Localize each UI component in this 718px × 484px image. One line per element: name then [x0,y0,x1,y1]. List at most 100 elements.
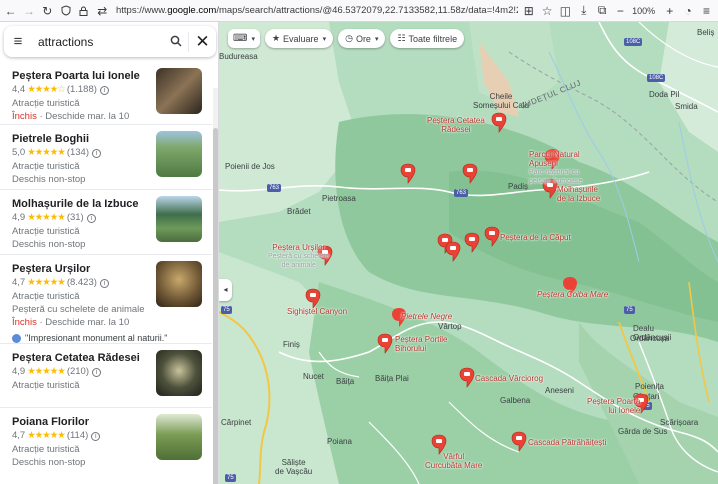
star-icon[interactable]: ☆ [539,3,554,19]
poi-label[interactable]: Peștera Urșilor Peșteră cu schelete de a… [268,243,329,270]
poi-label[interactable]: Cascada Vârciorog [475,374,543,383]
forward-icon[interactable]: → [21,3,36,19]
chevron-down-icon: ▾ [322,35,327,43]
address-bar[interactable]: https://www.google.com/maps/search/attra… [116,5,518,16]
map-label: Doda Pil [649,90,680,99]
browser-toolbar: ← → ↻ ⇄ https://www.google.com/maps/sear… [0,0,718,22]
results-panel: ≡ attractions ✕ Peștera Poarta lui Ionel… [0,22,219,484]
permissions-icon[interactable]: ⇄ [95,3,110,19]
poi-label[interactable]: Peștera Poarta lui Ionele [587,397,640,415]
map-label: Scărișoara [660,418,699,427]
map-label: Padiș [508,182,529,191]
map-label: Beliș [697,28,715,37]
result-thumbnail[interactable] [156,196,202,242]
collapse-panel-button[interactable]: ◂ [219,279,232,301]
poi-label[interactable]: Pietrele Negre [401,312,452,321]
result-card[interactable]: Poiana Florilor 4,7 ★★★★★ (114) i Atracție … [0,408,212,474]
back-icon[interactable]: ← [3,3,18,19]
chevron-down-icon: ▾ [251,35,255,43]
map-label: Vârtop [438,322,462,331]
map-label: Pietroasa [322,194,356,203]
info-icon[interactable]: i [86,213,96,223]
result-thumbnail[interactable] [156,68,202,114]
result-card[interactable]: Peștera Poarta lui Ionele 4,4 ★★★★☆ (1.188… [0,62,212,125]
lock-icon[interactable] [76,3,91,19]
map-label: Băița [336,377,355,386]
account-icon[interactable]: ◔ [680,3,695,19]
shield-icon[interactable] [58,3,73,19]
info-icon[interactable]: i [92,367,101,377]
poi-label[interactable]: Parcul Natural Apuseni Parc național cu … [529,150,582,186]
map-label: Smida [675,102,698,111]
clock-icon: ◷ [345,33,353,43]
menu-icon[interactable]: ≡ [699,3,714,19]
info-icon[interactable]: i [91,431,101,441]
poi-label[interactable]: Vârful Curcubăta Mare [425,452,482,470]
result-thumbnail[interactable] [156,350,202,396]
avatar [12,333,21,343]
poi-label[interactable]: Cascada Pătrăhăițești [528,438,606,447]
road-badge: 763 [454,189,469,197]
search-icon[interactable] [164,34,188,50]
info-icon[interactable]: i [92,148,101,158]
zoom-level[interactable]: 100% [632,6,655,16]
poi-label[interactable]: Peștera Cetatea Rădesei [427,116,485,134]
result-thumbnail[interactable] [156,261,202,307]
rating-filter[interactable]: ★ Evaluare ▾ [264,29,334,48]
info-icon[interactable]: i [99,278,109,288]
all-filters-button[interactable]: ☷ Toate filtrele [390,29,465,48]
map-label: Poienița [635,382,664,391]
layers-button[interactable]: ⌨ ▾ [228,29,260,48]
chevron-down-icon: ▾ [374,35,379,43]
close-icon[interactable]: ✕ [188,31,216,52]
map-filter-bar: ⌨ ▾ ★ Evaluare ▾ ◷ Ore ▾ ☷ Toate filtrel… [228,29,465,48]
hours-filter[interactable]: ◷ Ore ▾ [338,29,386,48]
extensions-icon[interactable]: ⧉ [594,3,609,19]
poi-label[interactable]: Sighiștel Canyon [287,307,347,316]
poi-label[interactable]: Molhașurile de la Izbuce [557,185,600,203]
search-input[interactable]: attractions [38,35,164,49]
result-thumbnail[interactable] [156,414,202,460]
map-canvas[interactable]: 763 763 108C 108C 75 75 75 75 Budureasa … [219,22,718,484]
map-label: Săliște de Vașcău [275,458,313,476]
results-list: Peștera Poarta lui Ionele 4,4 ★★★★☆ (1.188… [0,62,212,474]
star-icon: ★ [271,33,281,43]
zoom-in-icon[interactable]: + [662,3,677,19]
map-label: Nucet [303,372,324,381]
poi-label[interactable]: Peștera Coiba Mare [537,290,608,299]
results-scrollbar[interactable] [213,88,218,484]
map-label: Poienii de Jos [225,162,275,171]
map-label: Finiș [283,340,300,349]
map-label: Gârda de Sus [618,427,668,436]
result-review: "Impresionant monument al naturii." [12,333,202,343]
road-badge: 75 [225,474,236,482]
map-label: Budureasa [219,52,258,61]
map-label: Poiana [327,437,352,446]
result-hours: Închis · Deschide mar. la 10 [12,317,130,328]
poi-label[interactable]: Peștera Portile Bihorului [395,335,447,353]
sliders-icon: ☷ [397,33,406,43]
info-icon[interactable]: i [99,85,109,95]
road-badge: 108C [624,38,643,46]
result-card[interactable]: Peștera Cetatea Rădesei 4,9 ★★★★★ (210) i A… [0,344,212,408]
road-badge: 763 [267,184,282,192]
hamburger-menu-icon[interactable]: ≡ [4,33,32,50]
road-badge: 75 [624,306,635,314]
result-card[interactable]: Pietrele Boghii 5,0 ★★★★★ (134) i Atracție … [0,125,212,190]
reload-icon[interactable]: ↻ [40,3,55,19]
result-thumbnail[interactable] [156,131,202,177]
download-icon[interactable]: ⤓ [576,3,591,19]
search-box: ≡ attractions ✕ [4,26,216,57]
map-label: Cărpinet [221,418,252,427]
map-label: Băița Plai [375,374,409,383]
poi-label[interactable]: Peștera de la Căput [500,233,571,242]
result-card[interactable]: Molhașurile de la Izbuce 4,9 ★★★★★ (31) i A… [0,190,212,255]
map-label: Galbena [500,396,531,405]
translate-icon[interactable]: ⊞ [521,3,536,19]
road-badge: 75 [641,402,652,410]
pocket-icon[interactable]: ◫ [558,3,573,19]
zoom-out-icon[interactable]: − [613,3,628,19]
scrollbar-thumb[interactable] [213,128,218,484]
result-card[interactable]: Peștera Urșilor 4,7 ★★★★★ (8.423) i Atracți… [0,255,212,344]
road-badge: 108C [647,74,666,82]
